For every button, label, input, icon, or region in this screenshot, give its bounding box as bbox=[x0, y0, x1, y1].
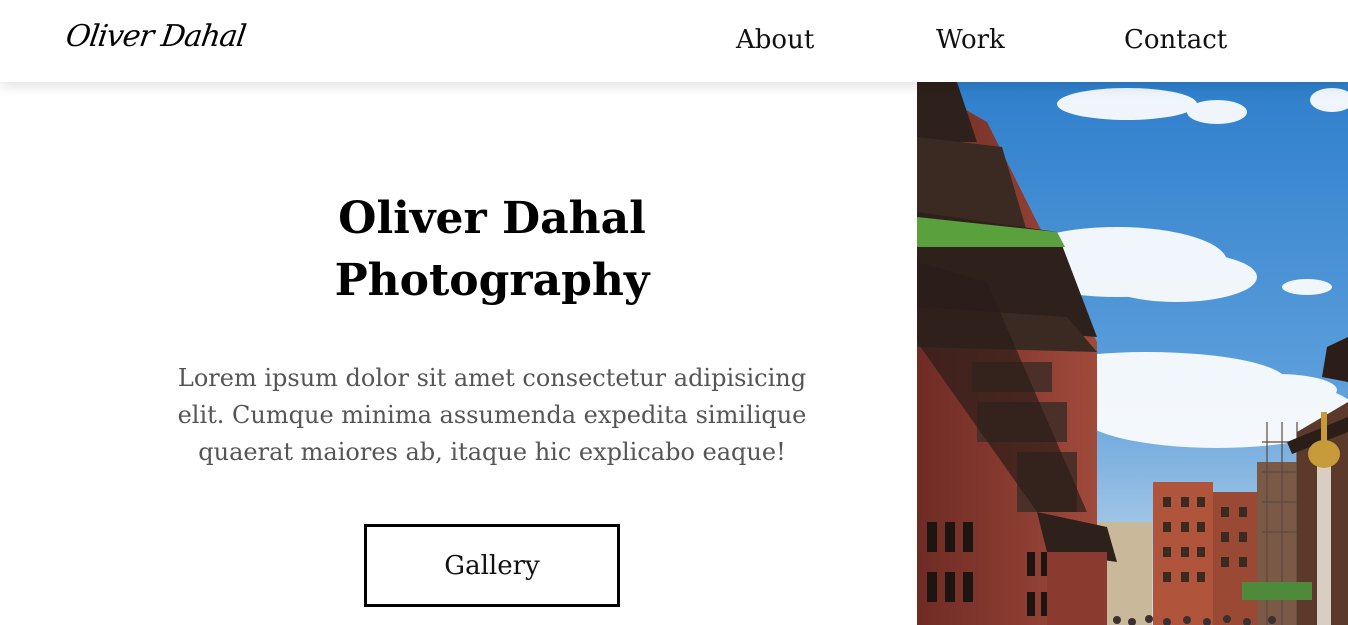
hero-title-line-1: Oliver Dahal bbox=[338, 193, 646, 244]
nav-link-about[interactable]: About bbox=[736, 22, 814, 58]
nav-link-contact[interactable]: Contact bbox=[1124, 22, 1227, 58]
navbar: Oliver Dahal About Work Contact bbox=[0, 0, 1348, 82]
nav-link-work[interactable]: Work bbox=[936, 22, 1005, 58]
hero-description: Lorem ipsum dolor sit amet consectetur a… bbox=[177, 364, 807, 466]
site-logo[interactable]: Oliver Dahal bbox=[63, 17, 248, 57]
hero-section: Oliver Dahal Photography Lorem ipsum dol… bbox=[0, 82, 917, 625]
hero-title: Oliver Dahal Photography bbox=[280, 188, 704, 312]
hero-title-line-2: Photography bbox=[334, 255, 650, 306]
gallery-button[interactable]: Gallery bbox=[364, 524, 620, 607]
hero-photo bbox=[917, 82, 1348, 625]
